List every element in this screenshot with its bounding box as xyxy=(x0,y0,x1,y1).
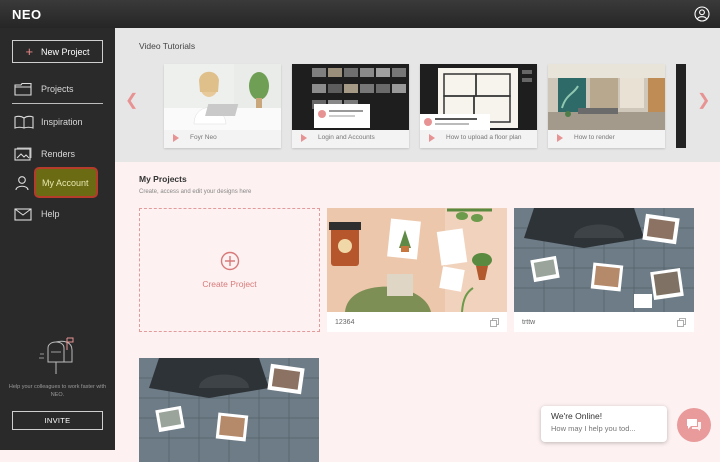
tutorial-title: Foyr Neo xyxy=(190,134,217,141)
project-name: 12364 xyxy=(335,318,355,326)
project-thumbnail xyxy=(327,208,507,312)
chevron-left-icon[interactable]: ❮ xyxy=(125,90,138,110)
tutorial-thumbnail xyxy=(292,64,409,130)
my-projects-title: My Projects xyxy=(139,174,187,184)
tutorial-title: Login and Accounts xyxy=(318,134,375,141)
sidebar-item-help[interactable]: Help xyxy=(12,202,103,226)
project-thumbnail xyxy=(139,358,319,462)
video-tutorials-section: Video Tutorials ❮ ❯ Foyr Neo Login and A… xyxy=(115,28,720,162)
play-icon xyxy=(429,134,435,142)
sidebar-item-label: Inspiration xyxy=(41,117,83,127)
tutorial-thumbnail xyxy=(548,64,665,130)
mail-icon xyxy=(14,205,36,223)
tutorial-card-foyr-neo[interactable]: Foyr Neo xyxy=(164,64,281,148)
play-icon xyxy=(557,134,563,142)
play-icon xyxy=(173,134,179,142)
sidebar-item-inspiration[interactable]: Inspiration xyxy=(12,110,103,134)
tutorial-card-partial[interactable] xyxy=(676,64,686,148)
tutorial-title: How to render xyxy=(574,134,615,141)
chat-popup[interactable]: We're Online! How may I help you tod... xyxy=(541,406,667,442)
tutorial-card-login[interactable]: Login and Accounts xyxy=(292,64,409,148)
top-bar: NEO xyxy=(0,0,720,28)
project-card-3[interactable] xyxy=(139,358,319,462)
chat-prompt-text: How may I help you tod... xyxy=(551,424,636,433)
new-project-button[interactable]: + New Project xyxy=(12,40,103,63)
plus-icon: + xyxy=(25,44,34,59)
chat-status-text: We're Online! xyxy=(551,411,603,421)
user-icon xyxy=(14,174,36,192)
video-tutorials-title: Video Tutorials xyxy=(139,41,196,51)
play-icon xyxy=(301,134,307,142)
tutorial-title: How to upload a floor plan xyxy=(446,134,522,141)
profile-icon[interactable] xyxy=(694,6,710,22)
sidebar: + New Project Projects Inspiration Rende… xyxy=(0,28,115,450)
sidebar-item-label: My Account xyxy=(42,177,89,188)
tutorial-card-render[interactable]: How to render xyxy=(548,64,665,148)
project-thumbnail xyxy=(514,208,694,312)
chat-button[interactable] xyxy=(677,408,711,442)
sidebar-item-renders[interactable]: Renders xyxy=(12,142,103,166)
tutorial-thumbnail xyxy=(420,64,537,130)
brand-logo[interactable]: NEO xyxy=(12,7,42,22)
chat-bubble-icon xyxy=(687,419,701,431)
sidebar-item-my-account[interactable]: My Account xyxy=(34,167,98,198)
new-project-label: New Project xyxy=(41,46,90,57)
sidebar-item-label: Renders xyxy=(41,149,76,159)
project-name: trttw xyxy=(522,318,536,326)
mailbox-illustration-icon xyxy=(39,337,74,374)
help-colleagues-text: Help your colleagues to work faster with… xyxy=(8,384,107,398)
folder-icon xyxy=(14,80,36,98)
chevron-right-icon[interactable]: ❯ xyxy=(697,90,710,110)
project-card-trttw[interactable]: trttw xyxy=(514,208,694,332)
sidebar-item-label: Projects xyxy=(41,83,74,94)
image-icon xyxy=(14,145,36,163)
tutorial-thumbnail xyxy=(164,64,281,130)
add-circle-icon xyxy=(220,251,239,271)
my-projects-subtitle: Create, access and edit your designs her… xyxy=(139,189,252,195)
tutorial-card-floor-plan[interactable]: How to upload a floor plan xyxy=(420,64,537,148)
duplicate-icon[interactable] xyxy=(677,317,686,327)
create-project-label: Create Project xyxy=(202,279,257,289)
duplicate-icon[interactable] xyxy=(490,317,499,327)
invite-button[interactable]: INVITE xyxy=(12,411,103,430)
sidebar-item-label: Help xyxy=(41,209,60,219)
create-project-card[interactable]: Create Project xyxy=(139,208,320,332)
book-icon xyxy=(14,113,36,131)
project-card-12364[interactable]: 12364 xyxy=(327,208,507,332)
sidebar-item-projects[interactable]: Projects xyxy=(12,76,103,104)
